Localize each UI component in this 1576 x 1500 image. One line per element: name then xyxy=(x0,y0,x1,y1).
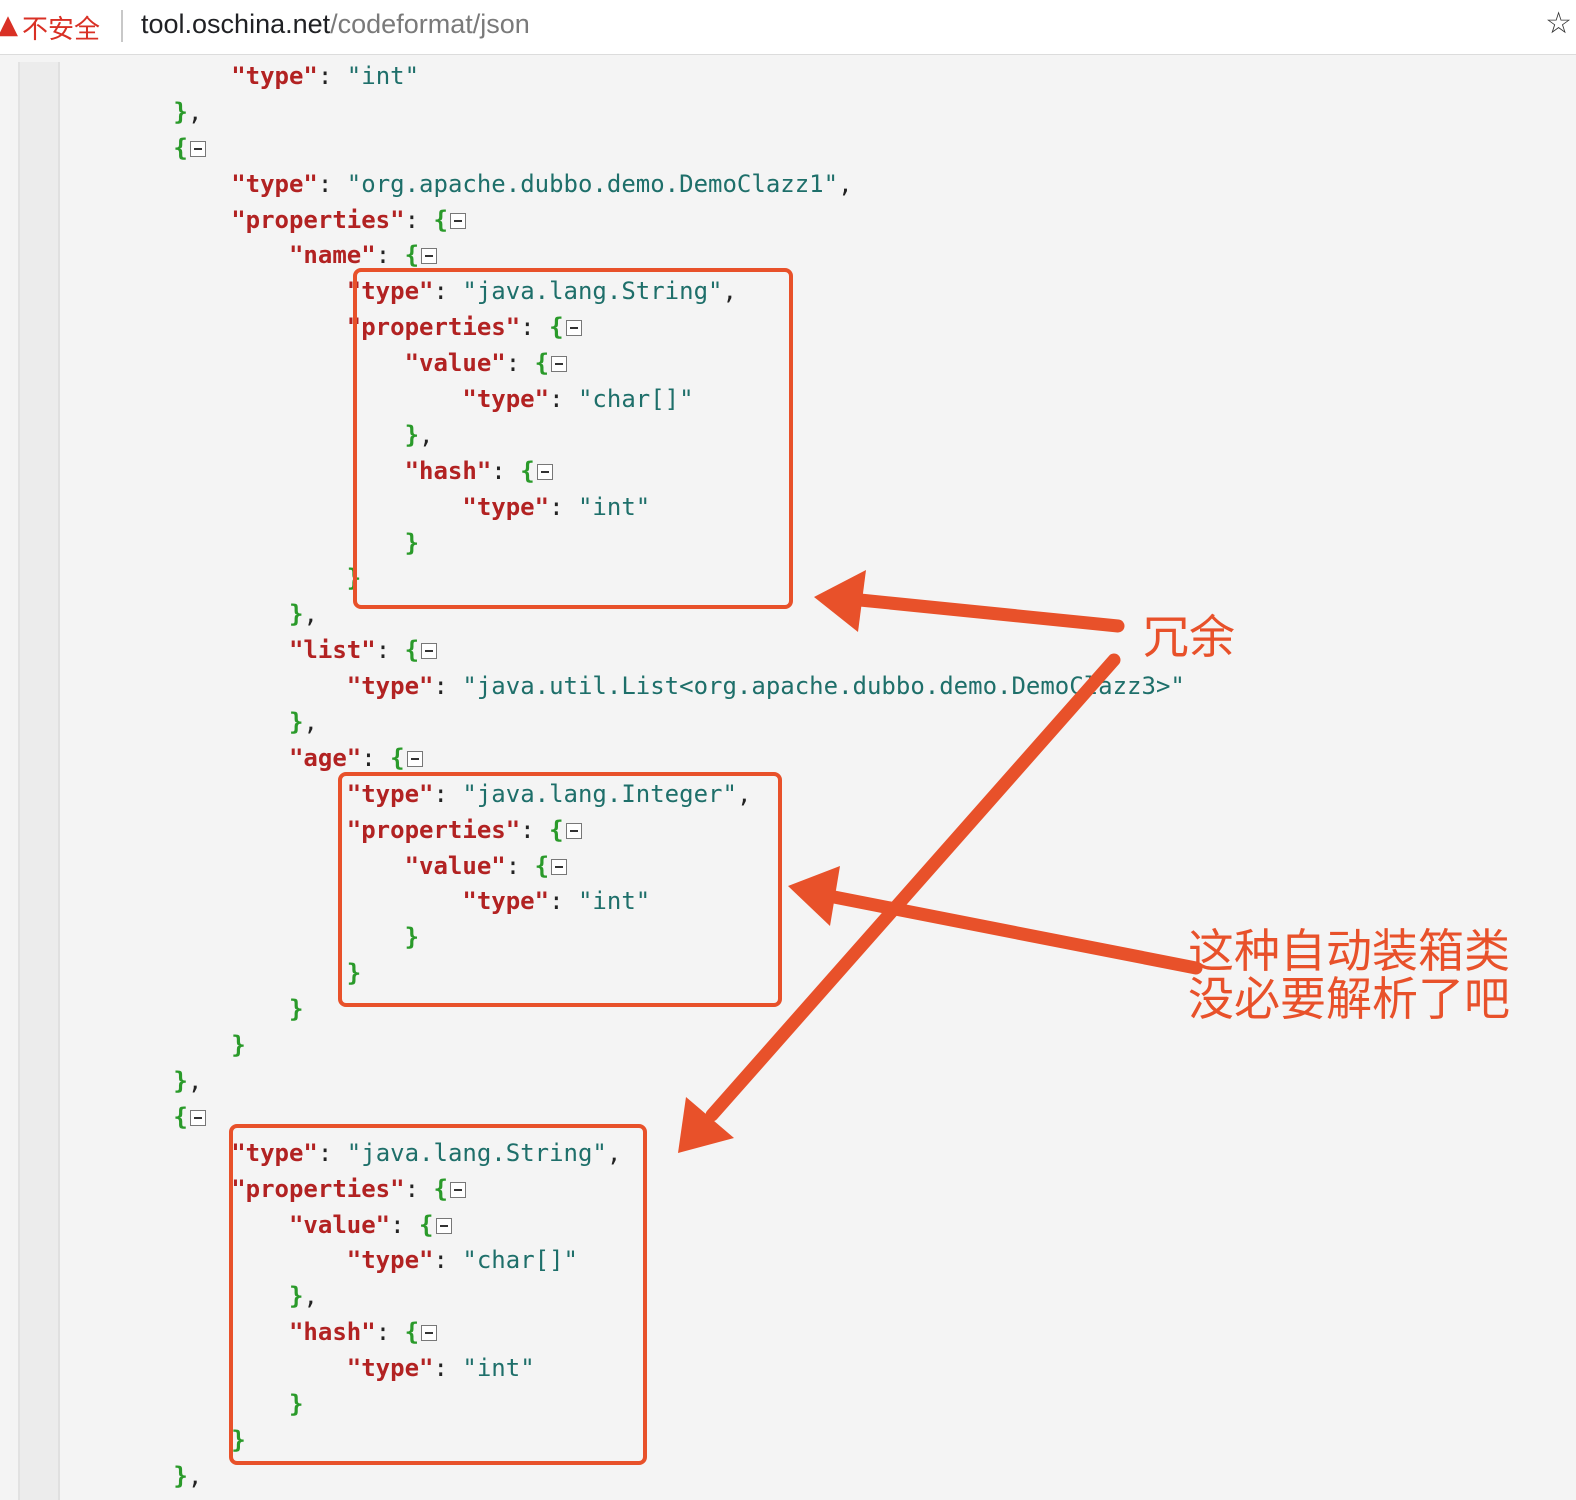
highlight-box-string-element xyxy=(229,1124,647,1465)
colon: : xyxy=(375,241,405,270)
code-line: }, xyxy=(0,95,1185,131)
highlight-box-name-string xyxy=(353,268,793,609)
comma: , xyxy=(187,1066,203,1095)
colon: : xyxy=(375,636,405,665)
code-line: "properties": { xyxy=(0,203,1185,239)
open-brace: { xyxy=(173,133,188,162)
collapse-toggle-icon[interactable] xyxy=(189,1109,206,1126)
comma: , xyxy=(838,169,853,198)
code-line: }, xyxy=(0,1064,1185,1100)
close-brace: } xyxy=(288,995,304,1024)
collapse-toggle-icon[interactable] xyxy=(421,643,438,660)
colon: : xyxy=(404,205,434,234)
json-key: "type" xyxy=(231,169,318,198)
close-brace: } xyxy=(288,708,304,737)
colon: : xyxy=(433,672,463,701)
colon: : xyxy=(317,62,347,90)
code-line: { xyxy=(0,131,1185,167)
code-line: } xyxy=(0,1028,1185,1064)
json-string-value: "int" xyxy=(346,62,420,90)
json-key: "properties" xyxy=(231,205,405,234)
close-brace: } xyxy=(173,1461,188,1490)
comma: , xyxy=(187,1461,203,1490)
security-status-label[interactable]: 不安全 xyxy=(22,9,100,46)
url-host: tool.oschina.net xyxy=(141,9,331,39)
code-line: "type": "org.apache.dubbo.demo.DemoClazz… xyxy=(0,167,1185,203)
annotation-autobox-line2: 没必要解析了吧 xyxy=(1188,972,1510,1026)
colon: : xyxy=(361,743,391,772)
open-brace: { xyxy=(433,205,448,234)
url-field[interactable]: tool.oschina.net/codeformat/json xyxy=(141,9,530,40)
comma: , xyxy=(303,708,318,737)
address-bar-divider xyxy=(121,10,123,42)
collapse-toggle-icon[interactable] xyxy=(406,750,423,767)
code-line: "type": "java.util.List<org.apache.dubbo… xyxy=(0,669,1185,705)
json-key: "list" xyxy=(288,636,376,665)
open-brace: { xyxy=(404,241,420,270)
code-line: }, xyxy=(0,705,1185,741)
close-brace: } xyxy=(173,97,188,126)
comma: , xyxy=(303,600,318,629)
open-brace: { xyxy=(404,636,420,665)
collapse-toggle-icon[interactable] xyxy=(449,212,466,229)
warning-triangle-icon[interactable]: ▲ xyxy=(0,10,18,40)
json-key: "type" xyxy=(346,672,434,701)
close-brace: } xyxy=(231,1031,246,1060)
json-key: "type" xyxy=(231,62,318,90)
colon: : xyxy=(317,169,347,198)
close-brace: } xyxy=(288,600,304,629)
code-line: "list": { xyxy=(0,633,1185,669)
highlight-box-age-integer xyxy=(338,772,782,1007)
json-string-value: "java.util.List<org.apache.dubbo.demo.De… xyxy=(462,672,1185,701)
open-brace: { xyxy=(390,743,405,772)
annotation-redundant: 冗余 xyxy=(1143,610,1235,664)
json-key: "age" xyxy=(288,743,362,772)
url-path: /codeformat/json xyxy=(330,9,530,39)
bookmark-star-icon[interactable]: ☆ xyxy=(1545,6,1572,41)
code-line: "type": "int" xyxy=(0,59,1185,95)
comma: , xyxy=(187,97,203,126)
json-string-value: "org.apache.dubbo.demo.DemoClazz1" xyxy=(346,169,839,198)
close-brace: } xyxy=(173,1066,188,1095)
json-key: "name" xyxy=(288,241,376,270)
browser-address-bar[interactable]: ▲ 不安全 tool.oschina.net/codeformat/json ☆ xyxy=(0,0,1576,55)
collapse-toggle-icon[interactable] xyxy=(421,248,438,265)
open-brace: { xyxy=(173,1102,188,1131)
collapse-toggle-icon[interactable] xyxy=(189,140,206,157)
annotation-autobox-line1: 这种自动装箱类 xyxy=(1188,924,1510,978)
